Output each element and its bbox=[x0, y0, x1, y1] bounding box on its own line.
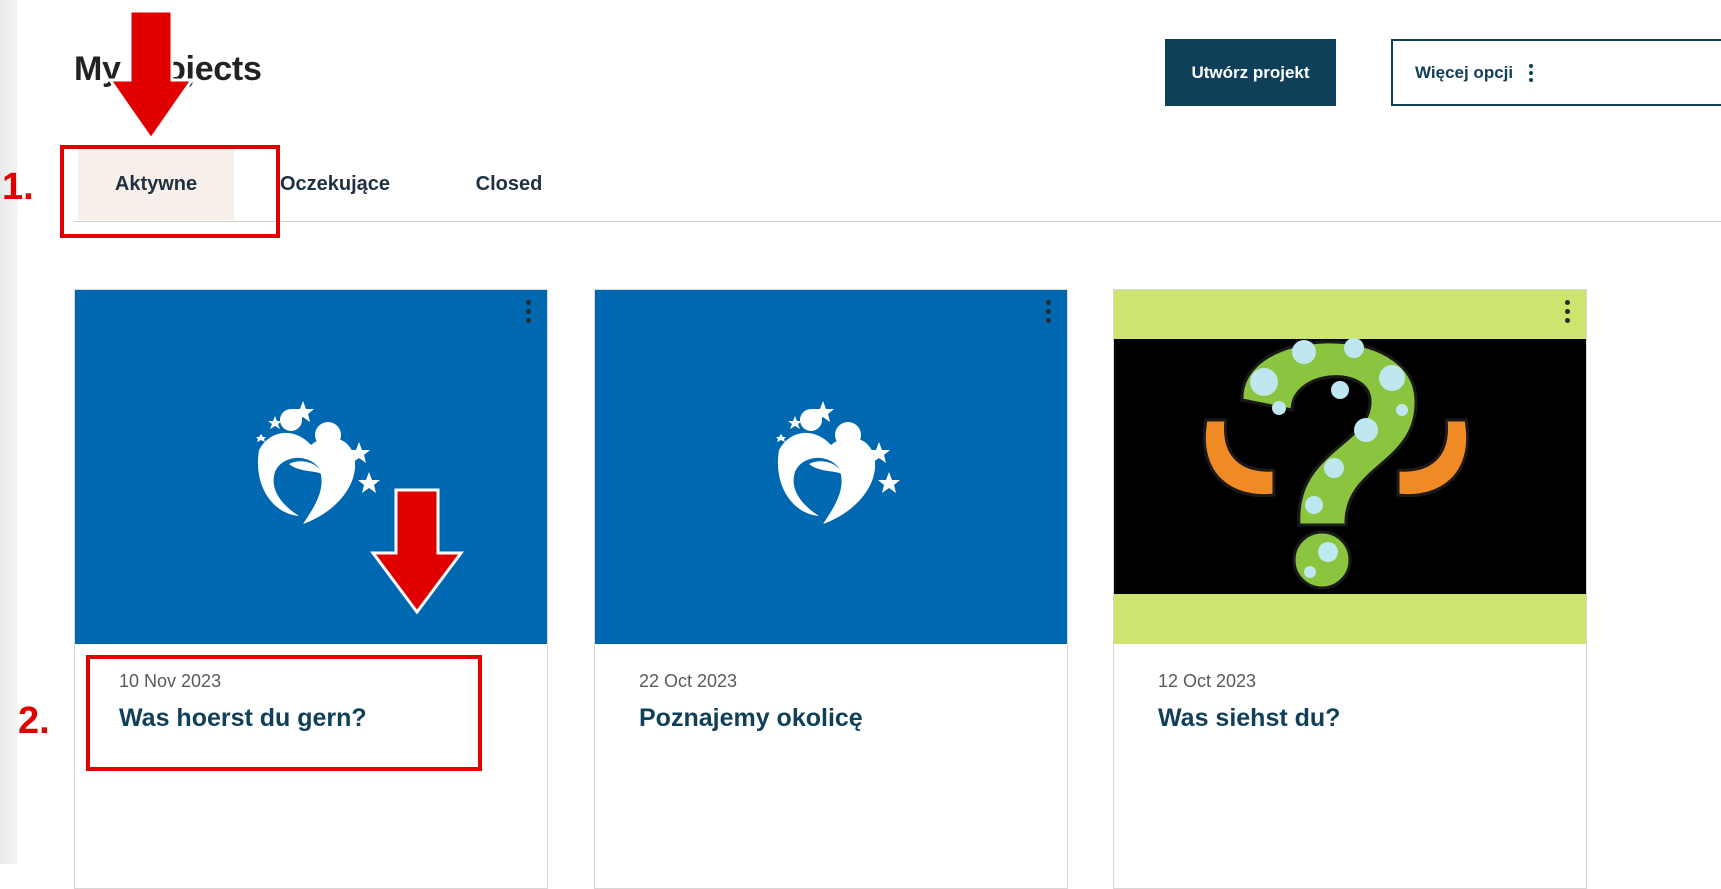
annotation-highlight-box bbox=[60, 145, 280, 238]
more-options-label: Więcej opcji bbox=[1415, 62, 1514, 82]
project-card[interactable]: 12 Oct 2023 Was siehst du? bbox=[1113, 289, 1587, 889]
child-with-stars-logo-icon bbox=[776, 401, 900, 524]
project-card[interactable]: 22 Oct 2023 Poznajemy okolicę bbox=[594, 289, 1068, 889]
kebab-vertical-icon bbox=[1529, 63, 1534, 82]
card-menu-icon[interactable] bbox=[1046, 300, 1051, 323]
card-menu-icon[interactable] bbox=[1565, 300, 1570, 323]
create-project-button[interactable]: Utwórz projekt bbox=[1165, 39, 1336, 106]
tab-bar: Aktywne Oczekujące Closed bbox=[74, 148, 1721, 222]
project-thumbnail[interactable] bbox=[595, 290, 1067, 644]
tab-closed[interactable]: Closed bbox=[454, 148, 564, 220]
card-menu-icon[interactable] bbox=[526, 300, 531, 323]
project-date: 22 Oct 2023 bbox=[639, 671, 738, 691]
annotation-number: 1. bbox=[2, 166, 34, 208]
project-card[interactable]: 10 Nov 2023 Was hoerst du gern? bbox=[74, 289, 548, 889]
annotation-highlight-box bbox=[86, 655, 482, 771]
project-title[interactable]: Poznajemy okolicę bbox=[639, 704, 863, 733]
red-down-arrow-icon bbox=[108, 9, 194, 142]
project-title[interactable]: Was siehst du? bbox=[1158, 704, 1340, 733]
red-down-arrow-icon bbox=[370, 488, 464, 615]
spotted-question-mark-icon bbox=[1114, 338, 1586, 594]
child-with-stars-logo-icon bbox=[256, 401, 380, 524]
tab-pending[interactable]: Oczekujące bbox=[270, 148, 400, 220]
project-date: 12 Oct 2023 bbox=[1158, 671, 1257, 691]
project-thumbnail[interactable] bbox=[1114, 290, 1586, 644]
annotation-number: 2. bbox=[18, 700, 50, 742]
left-edge-strip bbox=[0, 0, 18, 864]
more-options-button[interactable]: Więcej opcji bbox=[1391, 39, 1721, 106]
project-thumbnail[interactable] bbox=[75, 290, 547, 644]
